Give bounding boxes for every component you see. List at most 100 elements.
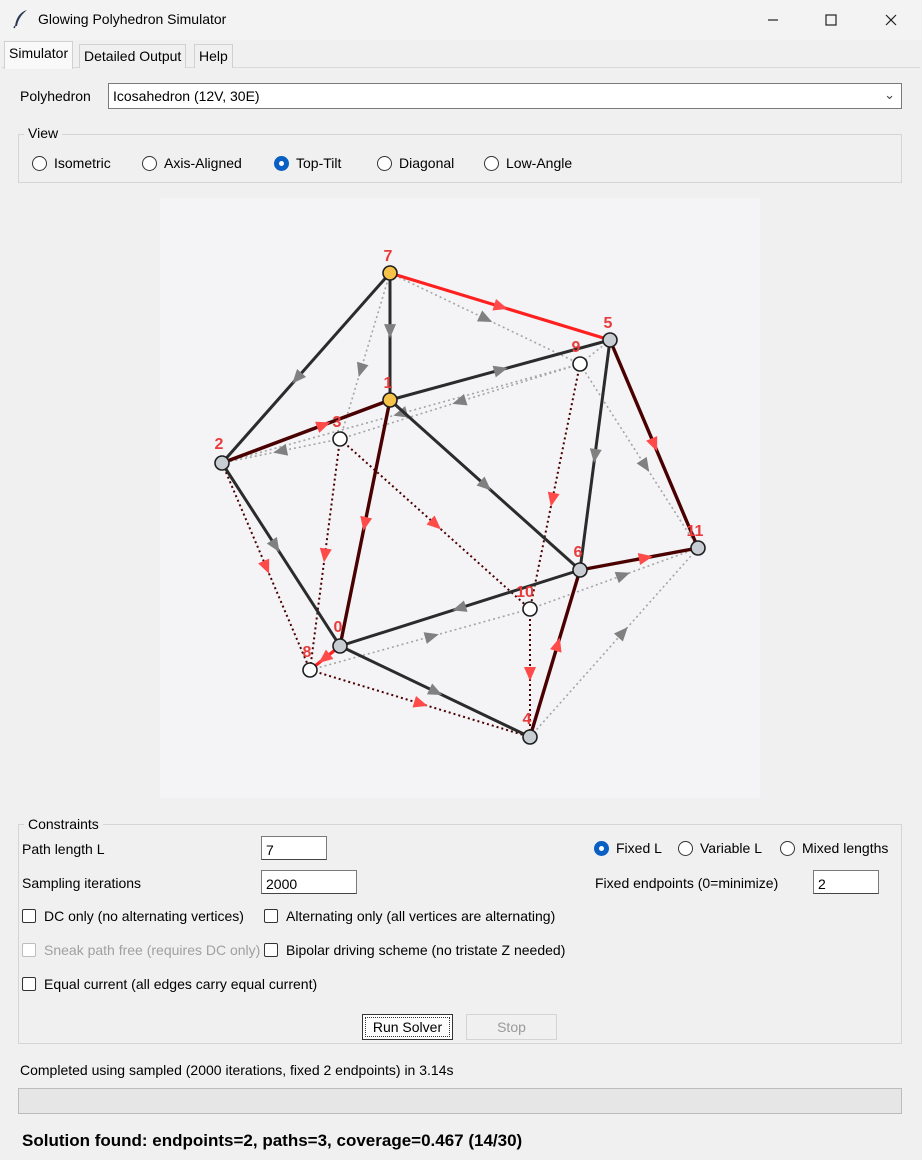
minimize-icon [768,19,778,21]
title-bar: Glowing Polyhedron Simulator [0,0,922,40]
progress-bar [18,1088,902,1114]
view-option-label: Axis-Aligned [164,155,242,171]
equal-current-label: Equal current (all edges carry equal cur… [44,976,318,992]
vertex-label: 3 [333,414,342,431]
feather-icon [13,10,27,29]
arrow-icon [476,310,493,322]
bipolar-label: Bipolar driving scheme (no tristate Z ne… [286,942,566,958]
view-isometric-radio[interactable]: Isometric [32,155,111,171]
radio-indicator[interactable] [780,840,795,856]
length-mode-label: Mixed lengths [802,840,889,856]
arrow-icon [384,324,396,339]
arrow-icon [426,683,443,695]
minimize-button[interactable] [744,0,802,40]
arrow-icon [319,547,332,563]
sampling-iterations-input[interactable] [261,870,357,894]
checkbox-indicator [22,943,36,957]
vertex-5 [602,332,618,348]
arrow-icon [636,456,650,472]
path-length-input[interactable] [261,836,327,860]
view-option-label: Top-Tilt [296,155,342,171]
tab-simulator[interactable]: Simulator [4,41,74,69]
tab-detailed-output[interactable]: Detailed Output [79,44,187,68]
maximize-button[interactable] [802,0,860,40]
arrow-icon [426,515,441,530]
radio-indicator[interactable] [377,155,392,171]
arrow-icon [452,600,468,612]
vertex-label: 11 [687,523,704,540]
equal-current-checkbox[interactable]: Equal current (all edges carry equal cur… [22,976,317,992]
vertex-10 [522,601,538,617]
checkbox-indicator[interactable] [22,909,36,923]
run-solver-button[interactable]: Run Solver [362,1014,453,1040]
arrow-icon [273,443,289,456]
solution-result: Solution found: endpoints=2, paths=3, co… [22,1131,523,1150]
variable-l-radio[interactable]: Variable L [678,840,762,856]
bipolar-checkbox[interactable]: Bipolar driving scheme (no tristate Z ne… [264,942,565,958]
vertex-2 [214,455,230,471]
constraints-group [18,824,902,1044]
dc-only-label: DC only (no alternating vertices) [44,908,244,924]
vertex-7 [382,265,398,281]
view-axis-aligned-radio[interactable]: Axis-Aligned [142,155,242,171]
polyhedron-select[interactable]: Icosahedron (12V, 30E) ⌄ [108,83,902,109]
vertex-9 [572,356,588,372]
radio-indicator[interactable] [594,840,609,856]
fixed-endpoints-input[interactable] [813,870,879,894]
sampling-iterations-label: Sampling iterations [22,875,142,891]
mixed-lengths-radio[interactable]: Mixed lengths [780,840,888,856]
view-low-angle-radio[interactable]: Low-Angle [484,155,572,171]
edge-4-6 [528,569,582,738]
length-mode-label: Variable L [700,840,763,856]
tab-help[interactable]: Help [194,44,233,68]
vertex-label: 1 [384,375,393,392]
checkbox-indicator[interactable] [264,943,278,957]
view-top-tilt-radio[interactable]: Top-Tilt [274,155,341,171]
length-mode-label: Fixed L [616,840,662,856]
status-message: Completed using sampled (2000 iterations… [20,1062,454,1078]
arrow-icon [315,421,331,433]
arrow-icon [492,299,508,311]
edge-7-3 [339,272,391,440]
stop-button: Stop [466,1014,557,1040]
polyhedron-select-value: Icosahedron (12V, 30E) [113,88,260,104]
vertex-label: 4 [523,711,532,728]
vertex-label: 7 [384,248,393,265]
close-button[interactable] [862,0,920,40]
radio-indicator[interactable] [142,155,157,171]
vertex-label: 9 [572,339,581,356]
edge-6-11 [579,546,699,572]
window-title: Glowing Polyhedron Simulator [38,11,227,27]
view-option-label: Low-Angle [506,155,573,171]
radio-indicator[interactable] [484,155,499,171]
polyhedron-canvas[interactable]: 0 1 2 3 4 5 6 7 8 9 10 11 [160,198,760,798]
polyhedron-label: Polyhedron [20,88,91,104]
chevron-down-icon[interactable]: ⌄ [884,87,895,103]
alternating-only-checkbox[interactable]: Alternating only (all vertices are alter… [264,908,555,924]
path-length-label: Path length L [22,841,105,857]
view-diagonal-radio[interactable]: Diagonal [377,155,454,171]
arrow-icon [452,393,468,406]
vertex-label: 5 [604,315,613,332]
vertex-label: 8 [303,644,312,661]
fixed-endpoints-label: Fixed endpoints (0=minimize) [595,875,779,891]
alternating-only-label: Alternating only (all vertices are alter… [286,908,556,924]
vertex-6 [572,562,588,578]
arrow-icon [589,448,602,463]
arrow-icon [614,571,630,584]
constraints-group-title: Constraints [24,816,103,832]
radio-indicator[interactable] [274,155,289,171]
dc-only-checkbox[interactable]: DC only (no alternating vertices) [22,908,244,924]
sneak-path-checkbox: Sneak path free (requires DC only) [22,942,262,958]
vertex-3 [332,431,348,447]
view-option-label: Diagonal [399,155,455,171]
checkbox-indicator[interactable] [22,977,36,991]
arrow-icon [423,632,439,644]
vertex-label: 0 [334,619,343,636]
radio-indicator[interactable] [678,840,693,856]
fixed-l-radio[interactable]: Fixed L [594,840,662,856]
radio-indicator[interactable] [32,155,47,171]
polyhedron-graph: 0 1 2 3 4 5 6 7 8 9 10 11 [214,248,706,745]
arrow-icon [547,491,560,507]
checkbox-indicator[interactable] [264,909,278,923]
